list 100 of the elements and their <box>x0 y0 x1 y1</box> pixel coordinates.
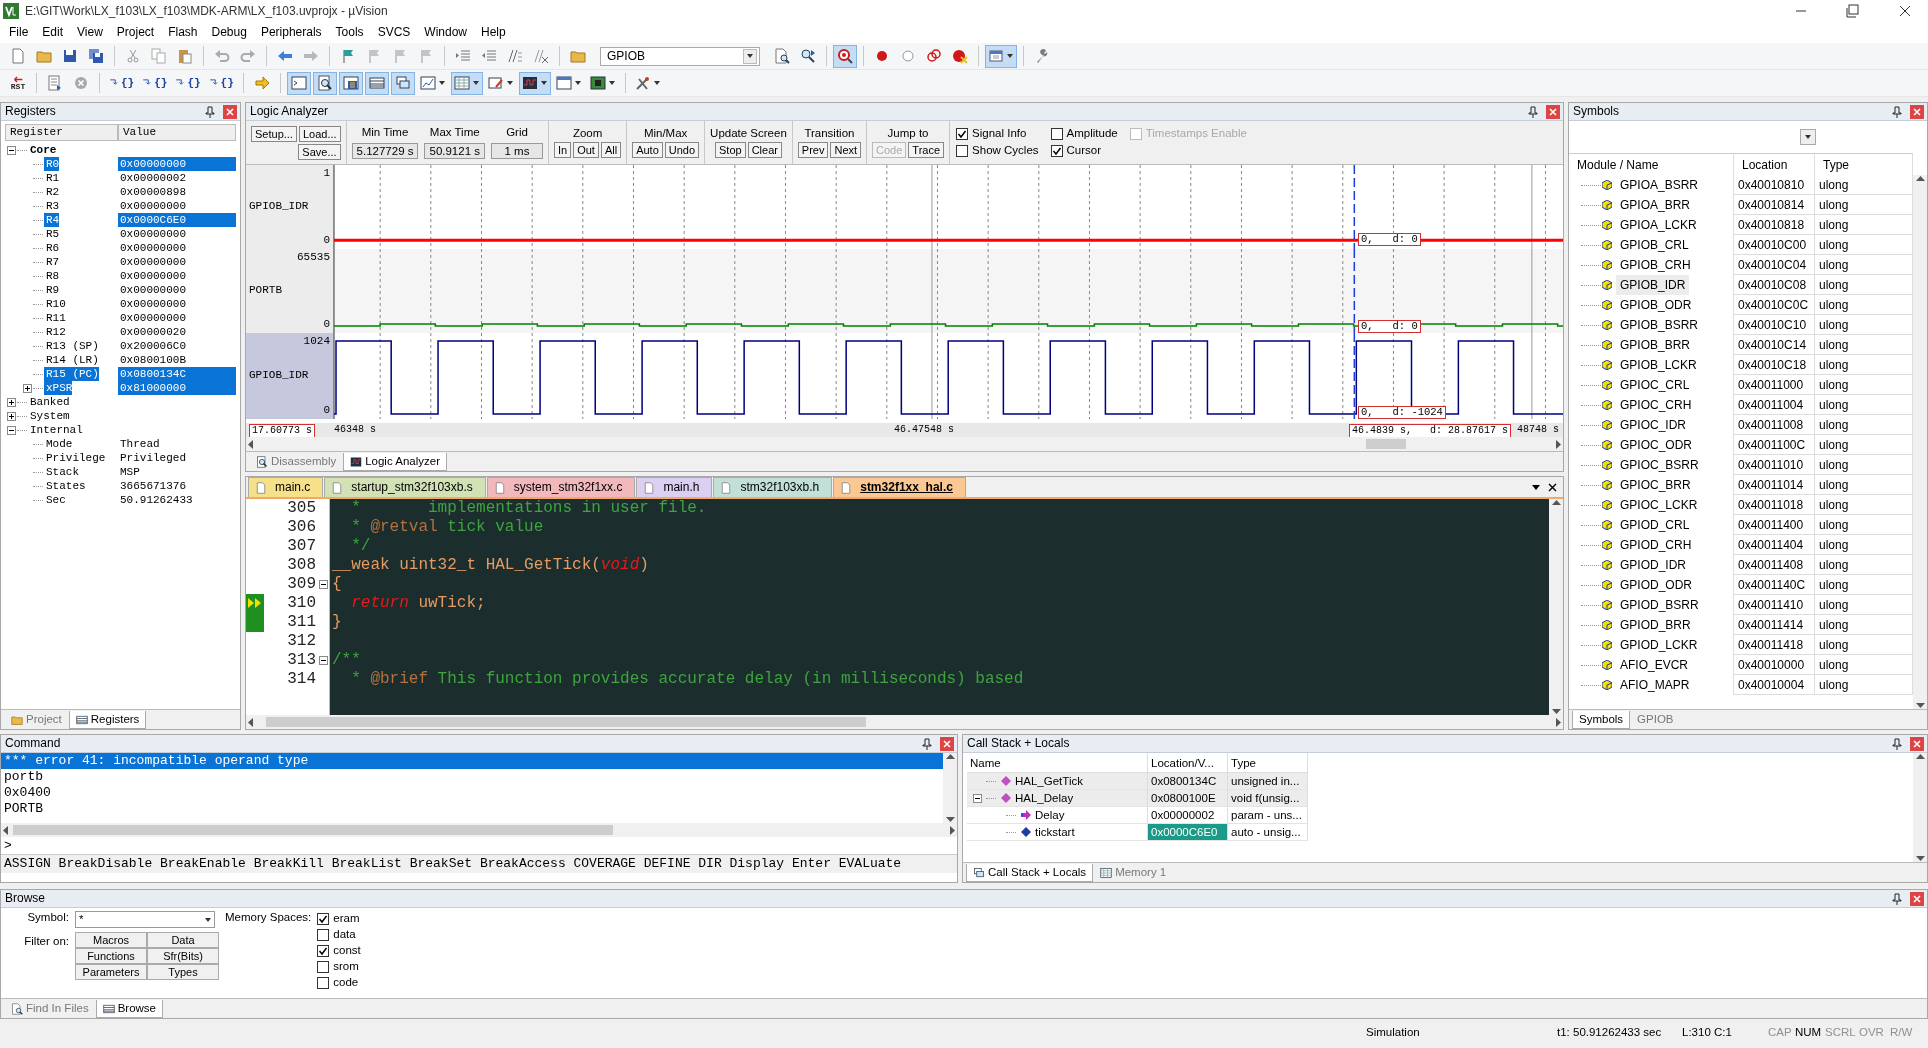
register-name[interactable]: R13 (SP) <box>44 339 99 354</box>
symbol-name[interactable]: GPIOD_IDR <box>1616 555 1690 575</box>
symbol-name[interactable]: GPIOB_BSRR <box>1616 315 1703 335</box>
register-name[interactable]: R11 <box>44 311 66 326</box>
panel-tab[interactable]: Logic Analyzer <box>343 453 447 471</box>
file-tab[interactable]: system_stm32f1xx.c <box>486 477 636 497</box>
register-name[interactable]: R2 <box>44 185 60 200</box>
save-button[interactable]: Save... <box>298 143 341 160</box>
register-name[interactable]: Internal <box>28 423 83 438</box>
scrollbar-thumb[interactable] <box>13 825 613 835</box>
vertical-scrollbar[interactable] <box>1549 499 1563 715</box>
cursor-line[interactable] <box>1353 165 1356 249</box>
checkbox[interactable] <box>1050 128 1063 140</box>
checkbox[interactable] <box>317 928 330 941</box>
symbol-name[interactable]: GPIOC_CRL <box>1616 375 1694 395</box>
symbol-name[interactable]: GPIOB_CRH <box>1616 255 1695 275</box>
symbol-name[interactable]: GPIOD_BRR <box>1616 615 1695 635</box>
column-header[interactable]: Location <box>1734 153 1815 175</box>
horizontal-scrollbar[interactable] <box>246 437 1563 451</box>
signal-label-panel[interactable]: 1 GPIOB_IDR 0 <box>246 165 334 249</box>
symbol-name[interactable]: GPIOB_IDR <box>1616 275 1690 295</box>
cursor-line[interactable] <box>1353 333 1356 419</box>
collapse-icon[interactable] <box>319 656 328 665</box>
register-name[interactable]: Sec <box>44 493 66 508</box>
column-header[interactable]: Module / Name <box>1569 153 1734 175</box>
register-name[interactable]: R6 <box>44 241 60 256</box>
close-button[interactable] <box>1910 104 1924 119</box>
register-name[interactable]: R5 <box>44 227 60 242</box>
menu-item[interactable]: View <box>70 25 110 40</box>
toolbar-button[interactable]: RST <box>6 71 30 95</box>
analyzer-button[interactable]: Trace <box>908 142 945 159</box>
symbol-name[interactable]: GPIOB_BRR <box>1616 335 1695 355</box>
register-name[interactable]: R8 <box>44 269 60 284</box>
symbol-name[interactable]: GPIOD_ODR <box>1616 575 1696 595</box>
menu-item[interactable]: Peripherals <box>253 25 329 40</box>
analyzer-button[interactable]: Next <box>830 142 862 159</box>
register-name[interactable]: R1 <box>44 171 60 186</box>
collapse-icon[interactable] <box>319 580 328 589</box>
dropdown-button[interactable] <box>1800 129 1816 145</box>
symbol-name[interactable]: GPIOC_LCKR <box>1616 495 1702 515</box>
toolbar-button[interactable] <box>518 71 551 95</box>
close-button[interactable] <box>223 104 237 119</box>
close-button[interactable] <box>940 736 954 751</box>
menu-item[interactable]: Debug <box>204 25 254 40</box>
signal-label-panel[interactable]: 65535 PORTB 0 <box>246 249 334 333</box>
column-header[interactable]: Type <box>1815 153 1913 175</box>
menu-item[interactable]: File <box>2 25 36 40</box>
panel-tab[interactable]: Memory 1 <box>1093 864 1174 882</box>
symbol-name[interactable]: AFIO_EVCR <box>1616 655 1692 675</box>
menu-item[interactable]: Help <box>474 25 513 40</box>
menu-item[interactable]: Window <box>417 25 474 40</box>
collapse-icon[interactable] <box>6 145 16 155</box>
setup-button[interactable]: Setup... <box>251 125 297 142</box>
checkbox[interactable] <box>956 145 969 157</box>
file-tab[interactable]: stm32f1xx_hal.c <box>833 477 966 497</box>
collapse-icon[interactable] <box>973 793 982 803</box>
symbol-name[interactable]: GPIOB_LCKR <box>1616 355 1701 375</box>
register-name[interactable]: R15 (PC) <box>44 367 99 382</box>
checkbox[interactable] <box>1050 145 1063 157</box>
vertical-scrollbar[interactable] <box>943 753 957 823</box>
menu-item[interactable]: Project <box>109 25 162 40</box>
close-button[interactable] <box>1546 104 1560 119</box>
analyzer-button[interactable]: Stop <box>715 142 746 159</box>
file-tab[interactable]: main.c <box>248 477 324 497</box>
stack-entry-name[interactable]: tickstart <box>1035 824 1075 840</box>
register-name[interactable]: R14 (LR) <box>44 353 99 368</box>
panel-tab[interactable]: Registers <box>68 711 147 729</box>
collapse-icon[interactable] <box>6 425 16 435</box>
filter-button[interactable]: Types <box>147 964 219 980</box>
register-name[interactable]: R3 <box>44 199 60 214</box>
register-name[interactable]: System <box>28 409 70 424</box>
panel-tab[interactable]: Disassembly <box>249 453 344 471</box>
expand-icon[interactable] <box>6 397 16 407</box>
register-name[interactable]: Banked <box>28 395 70 410</box>
checkbox[interactable] <box>317 960 330 973</box>
analyzer-button[interactable]: Auto <box>632 142 663 159</box>
filter-button[interactable]: Data <box>147 932 219 948</box>
register-name[interactable]: R7 <box>44 255 60 270</box>
register-name[interactable]: xPSR <box>44 381 73 396</box>
toolbar-button[interactable]: {} <box>139 71 171 95</box>
symbol-name[interactable]: GPIOD_CRH <box>1616 535 1696 555</box>
symbol-name[interactable]: GPIOC_CRH <box>1616 395 1696 415</box>
panel-tab[interactable]: GPIOB <box>1630 711 1681 729</box>
scrollbar-thumb[interactable] <box>1366 439 1406 449</box>
symbol-name[interactable]: GPIOB_CRL <box>1616 235 1693 255</box>
checkbox[interactable] <box>956 128 969 140</box>
analyzer-button[interactable]: All <box>600 142 622 159</box>
register-name[interactable]: Core <box>28 143 57 158</box>
register-name[interactable]: R4 <box>44 213 60 228</box>
stack-entry-name[interactable]: Delay <box>1035 807 1065 823</box>
column-header[interactable]: Register <box>5 124 118 142</box>
checkbox[interactable] <box>317 912 330 925</box>
horizontal-scrollbar[interactable] <box>1 823 957 837</box>
close-button[interactable] <box>1910 736 1924 751</box>
horizontal-scrollbar[interactable] <box>246 715 1563 729</box>
symbol-name[interactable]: GPIOD_BSRR <box>1616 595 1703 615</box>
file-tab[interactable]: main.h <box>636 477 713 497</box>
analyzer-button[interactable]: Out <box>573 142 599 159</box>
symbol-name[interactable]: GPIOA_BSRR <box>1616 175 1703 195</box>
toolbar-button[interactable]: {} <box>172 71 204 95</box>
